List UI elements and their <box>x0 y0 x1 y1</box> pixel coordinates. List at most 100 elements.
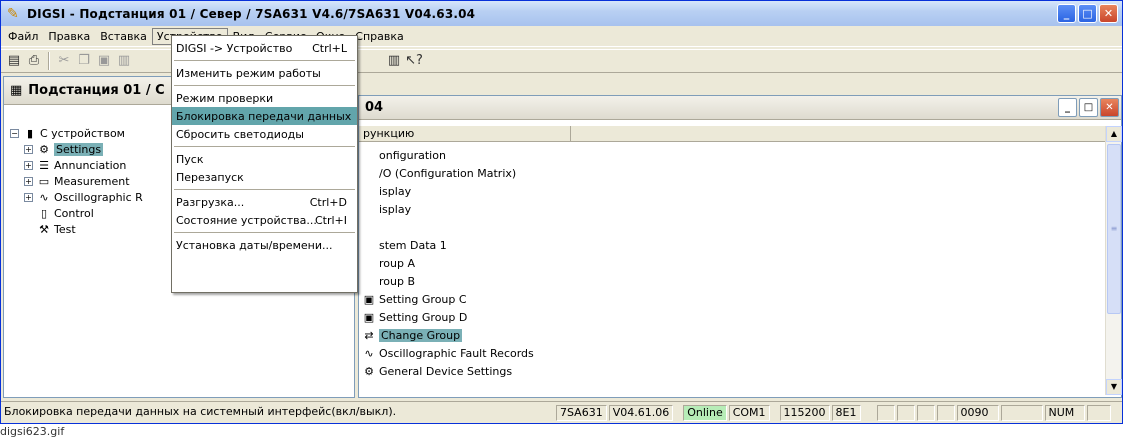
expand-icon[interactable]: + <box>24 176 33 186</box>
menu-item-set-datetime[interactable]: Установка даты/времени... <box>172 236 357 254</box>
status-bar: Блокировка передачи данных на системный … <box>1 401 1122 423</box>
maximize-button[interactable]: □ <box>1078 4 1097 23</box>
close-button[interactable]: ✕ <box>1099 4 1118 23</box>
list-item[interactable]: isplay <box>361 200 534 218</box>
menu-help[interactable]: Справка <box>350 28 408 45</box>
status-blank <box>1086 404 1111 421</box>
setting-group-icon: ▣ <box>363 310 375 324</box>
delete-icon[interactable]: ▥ <box>115 52 133 70</box>
menu-separator <box>174 146 355 147</box>
status-device: 7SA631 <box>556 404 607 421</box>
tree-item-label: Test <box>54 222 76 236</box>
list-item[interactable]: ∿ Oscillographic Fault Records <box>361 344 533 362</box>
list-item[interactable]: ⚙ General Device Settings <box>361 362 534 380</box>
vertical-scrollbar[interactable]: ▲ ≡ ▼ <box>1105 126 1122 395</box>
device-icon: ▮ <box>26 126 34 140</box>
menu-item-start[interactable]: Пуск <box>172 150 357 168</box>
list-item[interactable]: roup B <box>361 272 534 290</box>
device-tree: − ▮ С устройством + ⚙ Settings + ☰ Annun… <box>10 125 143 237</box>
status-message: Блокировка передачи данных на системный … <box>4 404 397 418</box>
function-list: onfiguration /O (Configuration Matrix) i… <box>361 146 534 380</box>
tree-item[interactable]: + ▭ Measurement <box>10 173 143 189</box>
list-item[interactable]: /O (Configuration Matrix) <box>361 164 534 182</box>
save-icon[interactable]: ▤ <box>5 52 23 70</box>
list-item[interactable]: ⇄ Change Group <box>361 326 534 344</box>
cut-icon[interactable]: ✂ <box>55 52 73 70</box>
tree-item[interactable]: − ▮ С устройством <box>10 125 143 141</box>
menu-edit[interactable]: Правка <box>43 28 95 45</box>
tree-item[interactable]: ⚒ Test <box>10 221 143 237</box>
scroll-thumb[interactable]: ≡ <box>1107 144 1121 314</box>
function-list-panel: 04 _ □ ✕ рункцию onfiguration /O (Config… <box>358 95 1122 398</box>
list-item[interactable]: ▣ Setting Group C <box>361 290 534 308</box>
menu-separator <box>174 189 355 190</box>
fault-records-icon: ∿ <box>364 346 374 360</box>
menu-item-test-mode[interactable]: Режим проверки <box>172 89 357 107</box>
panel-maximize-button[interactable]: □ <box>1079 98 1098 117</box>
left-panel-title: Подстанция 01 / С <box>28 83 165 98</box>
window-title: DIGSI - Подстанция 01 / Север / 7SA631 V… <box>27 6 476 21</box>
menu-item-device-status[interactable]: Состояние устройства... Ctrl+I <box>172 211 357 229</box>
copy-icon[interactable]: ❐ <box>75 52 93 70</box>
status-mode: Online <box>683 404 727 421</box>
panel-close-button[interactable]: ✕ <box>1100 98 1119 117</box>
tree-item[interactable]: + ∿ Oscillographic R <box>10 189 143 205</box>
device-menu-dropdown: DIGSI -> Устройство Ctrl+L Изменить режим… <box>171 35 358 293</box>
tree-item-label: Annunciation <box>54 158 127 172</box>
menu-item-block-data-transfer[interactable]: Блокировка передачи данных <box>172 107 357 125</box>
status-baud: 115200 <box>779 404 830 421</box>
collapse-icon[interactable]: − <box>10 128 19 138</box>
tree-item[interactable]: + ☰ Annunciation <box>10 157 143 173</box>
menu-item-change-mode[interactable]: Изменить режим работы <box>172 64 357 82</box>
menu-item-restart[interactable]: Перезапуск <box>172 168 357 186</box>
tree-item[interactable]: + ⚙ Settings <box>10 141 143 157</box>
menu-insert[interactable]: Вставка <box>95 28 152 45</box>
annunciation-icon: ☰ <box>39 158 49 172</box>
print-icon[interactable]: ⎙ <box>25 52 43 70</box>
list-item[interactable]: roup A <box>361 254 534 272</box>
title-bar[interactable]: ✎ DIGSI - Подстанция 01 / Север / 7SA631… <box>1 1 1122 26</box>
tree-item-label: С устройством <box>40 126 125 140</box>
list-item[interactable]: stem Data 1 <box>361 236 534 254</box>
tree-item[interactable]: ▯ Control <box>10 205 143 221</box>
status-number: 0090 <box>956 404 999 421</box>
columns-icon[interactable]: ▥ <box>385 52 403 70</box>
paste-icon[interactable]: ▣ <box>95 52 113 70</box>
column-header-empty <box>571 126 1105 142</box>
menu-file[interactable]: Файл <box>3 28 43 45</box>
menu-separator <box>174 85 355 86</box>
scroll-up-icon[interactable]: ▲ <box>1106 126 1122 142</box>
menu-item-reset-leds[interactable]: Сбросить светодиоды <box>172 125 357 143</box>
control-icon: ▯ <box>40 206 48 220</box>
menu-item-digsi-to-device[interactable]: DIGSI -> Устройство Ctrl+L <box>172 39 357 57</box>
test-icon: ⚒ <box>39 222 49 236</box>
expand-icon[interactable]: + <box>24 192 33 202</box>
status-version: V04.61.06 <box>608 404 674 421</box>
scroll-down-icon[interactable]: ▼ <box>1106 379 1122 395</box>
main-window: ✎ DIGSI - Подстанция 01 / Север / 7SA631… <box>0 0 1123 424</box>
list-item[interactable] <box>361 218 534 236</box>
tree-item-label: Oscillographic R <box>54 190 143 204</box>
column-header[interactable]: рункцию <box>359 126 571 142</box>
list-item[interactable]: onfiguration <box>361 146 534 164</box>
status-indicator <box>936 404 955 421</box>
change-group-icon: ⇄ <box>364 328 374 342</box>
list-item[interactable]: ▣ Setting Group D <box>361 308 534 326</box>
menu-separator <box>174 60 355 61</box>
panel-icon: ▦ <box>10 83 23 98</box>
list-item[interactable]: isplay <box>361 182 534 200</box>
oscillograph-icon: ∿ <box>39 190 49 204</box>
status-frame: 8E1 <box>831 404 861 421</box>
general-settings-icon: ⚙ <box>364 364 374 378</box>
expand-icon[interactable]: + <box>24 144 33 154</box>
status-port: COM1 <box>728 404 770 421</box>
tree-item-label: Control <box>54 206 94 220</box>
menu-item-unload[interactable]: Разгрузка... Ctrl+D <box>172 193 357 211</box>
tree-item-label: Measurement <box>54 174 130 188</box>
status-numlock: NUM <box>1044 404 1085 421</box>
panel-minimize-button[interactable]: _ <box>1058 98 1077 117</box>
minimize-button[interactable]: _ <box>1057 4 1076 23</box>
tree-item-label: Settings <box>54 142 104 156</box>
expand-icon[interactable]: + <box>24 160 33 170</box>
context-help-icon[interactable]: ↖? <box>405 52 423 70</box>
